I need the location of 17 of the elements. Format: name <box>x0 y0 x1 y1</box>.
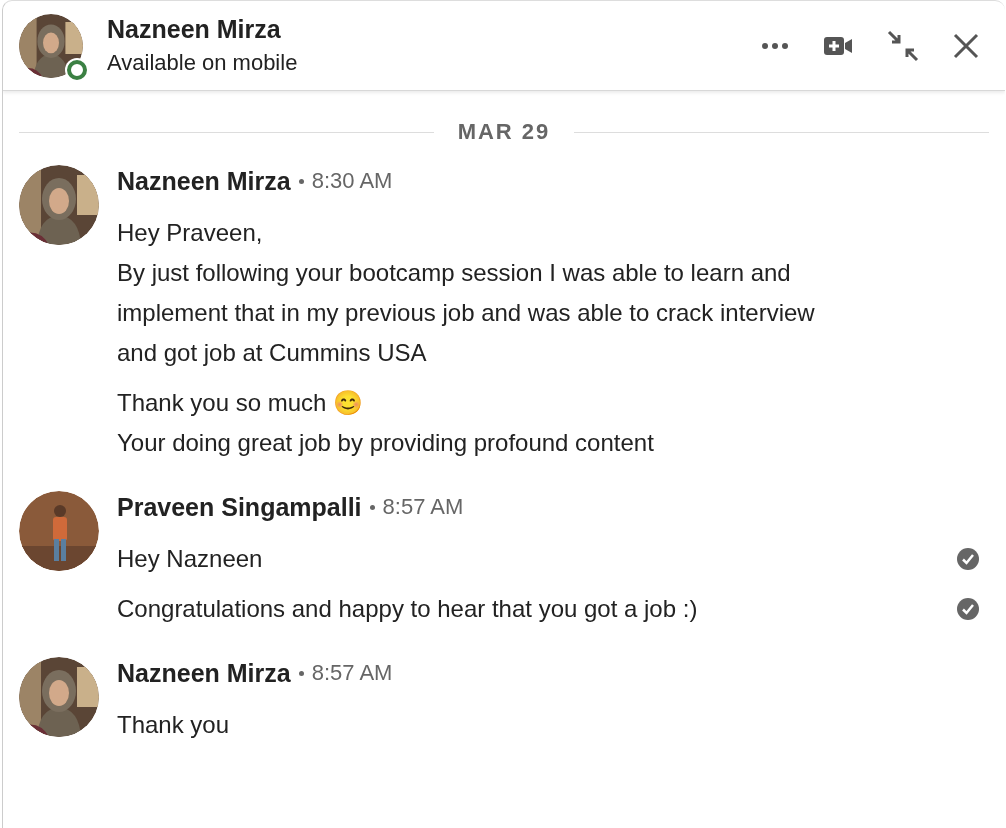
sender-name[interactable]: Nazneen Mirza <box>117 658 291 688</box>
contact-name: Nazneen Mirza <box>107 15 282 44</box>
message-time: 8:57 AM <box>311 660 393 686</box>
separator-dot-icon <box>298 670 304 676</box>
message-text: Thank you so much 😊 Your doing great job by providing profound content <box>117 388 655 458</box>
message-time: 8:30 AM <box>311 168 393 194</box>
contact-status: Available on mobile <box>107 50 299 76</box>
message-text: Congratulations and happy to hear that you got a job :) <box>117 594 699 624</box>
separator-dot-icon <box>369 504 375 510</box>
sender-name[interactable]: Nazneen Mirza <box>117 166 291 196</box>
message-text: Hey Nazneen <box>117 544 264 574</box>
separator-dot-icon <box>298 178 304 184</box>
date-divider: MAR 29 <box>457 119 551 145</box>
sender-name[interactable]: Praveen Singampalli <box>117 492 362 522</box>
message-text: Hey Praveen, By just following your bootcamp session I was able to learn and implement that in my previous job and was able to crack interview and got job at Cummins USA <box>117 218 816 368</box>
message-text: Thank you <box>117 710 231 740</box>
message-time: 8:57 AM <box>382 494 464 520</box>
